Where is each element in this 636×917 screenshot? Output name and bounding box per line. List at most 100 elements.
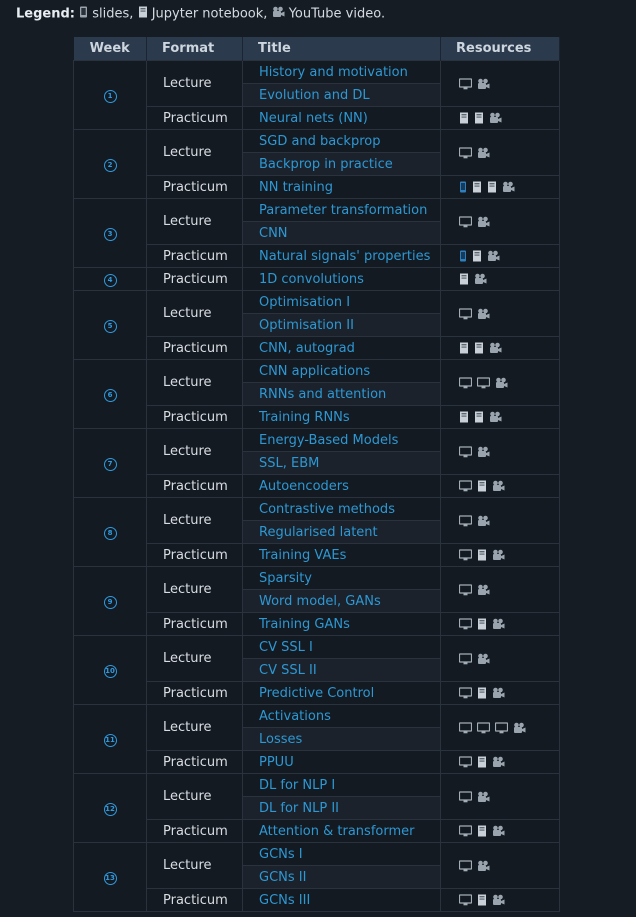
title-link[interactable]: Word model, GANs <box>242 589 441 613</box>
title-link[interactable]: Backprop in practice <box>242 152 441 176</box>
title-link[interactable]: Parameter transformation <box>242 198 441 222</box>
title-link[interactable]: CNN applications <box>242 359 441 383</box>
title-link[interactable]: Natural signals' properties <box>242 244 441 268</box>
slides-icon[interactable] <box>458 145 477 160</box>
notebook-icon[interactable] <box>477 548 492 563</box>
slides-icon[interactable] <box>458 375 477 390</box>
notebook-icon[interactable] <box>472 249 487 264</box>
title-link[interactable]: Activations <box>242 704 441 728</box>
video-icon[interactable] <box>489 341 507 356</box>
title-link[interactable]: Sparsity <box>242 566 441 590</box>
title-link[interactable]: CNN <box>242 221 441 245</box>
video-icon[interactable] <box>477 651 495 666</box>
notebook-icon[interactable] <box>477 824 492 839</box>
video-icon[interactable] <box>495 375 513 390</box>
video-icon[interactable] <box>477 858 495 873</box>
slides-icon[interactable] <box>458 214 477 229</box>
title-link[interactable]: RNNs and attention <box>242 382 441 406</box>
notebook-icon[interactable] <box>477 686 492 701</box>
title-link[interactable]: GCNs III <box>242 888 441 912</box>
slides-icon[interactable] <box>458 548 477 563</box>
video-icon[interactable] <box>492 479 510 494</box>
slides-icon[interactable] <box>458 306 477 321</box>
notebook-icon[interactable] <box>477 755 492 770</box>
notebook-icon[interactable] <box>459 341 474 356</box>
video-icon[interactable] <box>492 686 510 701</box>
slides-icon[interactable] <box>458 513 477 528</box>
title-link[interactable]: Contrastive methods <box>242 497 441 521</box>
slides-icon[interactable] <box>458 789 477 804</box>
title-link[interactable]: Regularised latent <box>242 520 441 544</box>
video-icon[interactable] <box>492 548 510 563</box>
video-icon[interactable] <box>492 893 510 908</box>
slides-icon[interactable] <box>458 444 477 459</box>
video-icon[interactable] <box>477 582 495 597</box>
video-icon[interactable] <box>489 410 507 425</box>
video-icon[interactable] <box>477 513 495 528</box>
notebook-icon[interactable] <box>459 272 474 287</box>
title-link[interactable]: DL for NLP II <box>242 796 441 820</box>
video-icon[interactable] <box>492 617 510 632</box>
slides-icon[interactable] <box>458 617 477 632</box>
title-link[interactable]: Training RNNs <box>242 405 441 429</box>
video-icon[interactable] <box>477 145 495 160</box>
title-link[interactable]: GCNs I <box>242 842 441 866</box>
title-link[interactable]: DL for NLP I <box>242 773 441 797</box>
video-icon[interactable] <box>477 789 495 804</box>
notebook-icon[interactable] <box>459 410 474 425</box>
title-link[interactable]: GCNs II <box>242 865 441 889</box>
title-link[interactable]: NN training <box>242 175 441 199</box>
notebook-icon[interactable] <box>459 111 474 126</box>
notebook-icon[interactable] <box>474 341 489 356</box>
video-icon[interactable] <box>477 306 495 321</box>
title-link[interactable]: SSL, EBM <box>242 451 441 475</box>
title-link[interactable]: CNN, autograd <box>242 336 441 360</box>
video-icon[interactable] <box>477 444 495 459</box>
slides-icon[interactable] <box>476 720 495 735</box>
title-link[interactable]: Training VAEs <box>242 543 441 567</box>
video-icon[interactable] <box>477 76 495 91</box>
notebook-icon[interactable] <box>487 180 502 195</box>
title-link[interactable]: Evolution and DL <box>242 83 441 107</box>
title-link[interactable]: Optimisation I <box>242 290 441 314</box>
video-icon[interactable] <box>489 111 507 126</box>
title-link[interactable]: CV SSL I <box>242 635 441 659</box>
video-icon[interactable] <box>513 720 531 735</box>
video-icon[interactable] <box>492 755 510 770</box>
slides-icon[interactable] <box>458 582 477 597</box>
title-link[interactable]: Training GANs <box>242 612 441 636</box>
notebook-icon[interactable] <box>477 479 492 494</box>
slides-icon[interactable] <box>458 720 477 735</box>
video-icon[interactable] <box>477 214 495 229</box>
title-link[interactable]: Attention & transformer <box>242 819 441 843</box>
notebook-icon[interactable] <box>474 410 489 425</box>
slides-icon[interactable] <box>458 893 477 908</box>
phone-icon[interactable] <box>459 180 472 195</box>
slides-icon[interactable] <box>458 76 477 91</box>
notebook-icon[interactable] <box>477 617 492 632</box>
title-link[interactable]: Optimisation II <box>242 313 441 337</box>
slides-icon[interactable] <box>476 375 495 390</box>
title-link[interactable]: Neural nets (NN) <box>242 106 441 130</box>
slides-icon[interactable] <box>494 720 513 735</box>
slides-icon[interactable] <box>458 824 477 839</box>
title-link[interactable]: Energy-Based Models <box>242 428 441 452</box>
video-icon[interactable] <box>502 180 520 195</box>
slides-icon[interactable] <box>458 755 477 770</box>
slides-icon[interactable] <box>458 686 477 701</box>
title-link[interactable]: Predictive Control <box>242 681 441 705</box>
title-link[interactable]: History and motivation <box>242 60 441 84</box>
slides-icon[interactable] <box>458 479 477 494</box>
slides-icon[interactable] <box>458 858 477 873</box>
notebook-icon[interactable] <box>472 180 487 195</box>
title-link[interactable]: CV SSL II <box>242 658 441 682</box>
title-link[interactable]: Losses <box>242 727 441 751</box>
video-icon[interactable] <box>487 249 505 264</box>
phone-icon[interactable] <box>459 249 472 264</box>
video-icon[interactable] <box>474 272 492 287</box>
title-link[interactable]: PPUU <box>242 750 441 774</box>
slides-icon[interactable] <box>458 651 477 666</box>
title-link[interactable]: Autoencoders <box>242 474 441 498</box>
title-link[interactable]: SGD and backprop <box>242 129 441 153</box>
video-icon[interactable] <box>492 824 510 839</box>
